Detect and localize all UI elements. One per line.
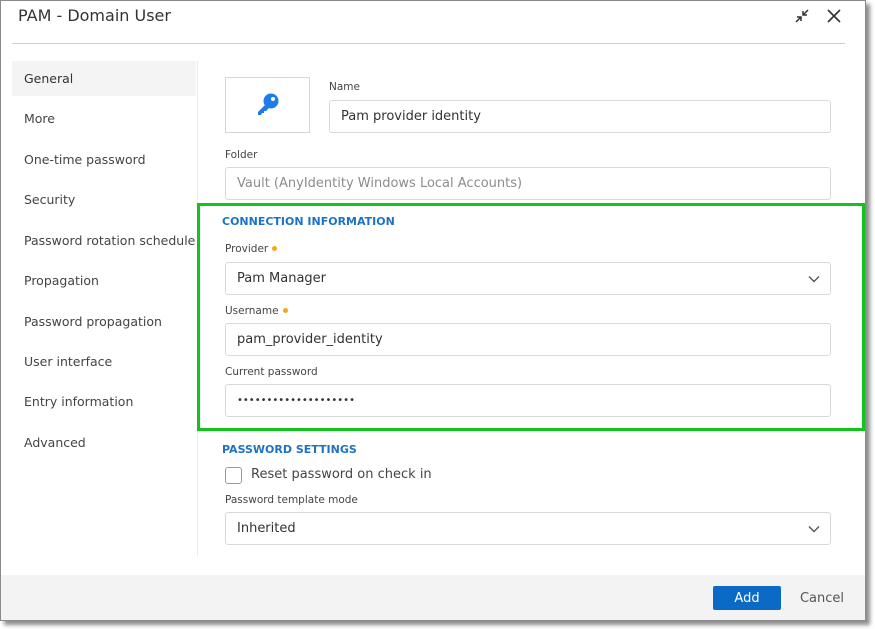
close-button[interactable]: [824, 6, 844, 26]
folder-placeholder: Vault (AnyIdentity Windows Local Account…: [237, 176, 523, 191]
chevron-down-icon: [808, 526, 820, 533]
name-label: Name: [329, 81, 360, 93]
template-mode-select[interactable]: Inherited: [225, 512, 831, 545]
folder-input[interactable]: Vault (AnyIdentity Windows Local Account…: [225, 167, 831, 200]
sidebar-item-propagation[interactable]: Propagation: [12, 263, 196, 298]
chevron-down-icon: [808, 276, 820, 283]
username-label: Username: [225, 305, 288, 317]
collapse-arrows-icon: [795, 9, 809, 23]
name-value: Pam provider identity: [341, 109, 481, 124]
sidebar-item-label: Password propagation: [24, 314, 162, 329]
folder-label: Folder: [225, 149, 258, 161]
sidebar-item-more[interactable]: More: [12, 101, 196, 136]
password-label: Current password: [225, 366, 318, 378]
dialog-window: PAM - Domain User General More One-time …: [0, 0, 866, 621]
required-indicator: [272, 245, 278, 251]
sidebar-item-label: Advanced: [24, 435, 86, 450]
sidebar-item-label: General: [24, 71, 74, 86]
sidebar-item-advanced[interactable]: Advanced: [12, 425, 196, 460]
sidebar-item-label: More: [24, 111, 55, 126]
collapse-button[interactable]: [792, 6, 812, 26]
sidebar-item-label: One-time password: [24, 152, 146, 167]
key-icon: [257, 93, 278, 115]
provider-value: Pam Manager: [237, 271, 327, 286]
password-value: ••••••••••••••••••••: [237, 395, 355, 406]
password-settings-section-title: PASSWORD SETTINGS: [222, 443, 357, 456]
provider-select[interactable]: Pam Manager: [225, 262, 831, 295]
sidebar-item-general[interactable]: General: [12, 61, 196, 96]
sidebar-item-label: User interface: [24, 354, 113, 369]
username-label-text: Username: [225, 305, 279, 317]
provider-label-text: Provider: [225, 243, 269, 255]
sidebar-item-label: Password rotation schedule: [24, 233, 196, 248]
cancel-button[interactable]: Cancel: [797, 586, 847, 610]
title-bar: PAM - Domain User: [1, 1, 865, 43]
sidebar-item-password-rotation-schedule[interactable]: Password rotation schedule: [12, 223, 196, 258]
template-mode-label: Password template mode: [225, 494, 358, 506]
sidebar-item-label: Propagation: [24, 273, 99, 288]
sidebar-nav: General More One-time password Security …: [12, 61, 198, 556]
reset-password-label[interactable]: Reset password on check in: [251, 467, 432, 482]
username-input[interactable]: pam_provider_identity: [225, 323, 831, 356]
provider-label: Provider: [225, 243, 278, 255]
password-input[interactable]: ••••••••••••••••••••: [225, 384, 831, 417]
entry-icon-picker[interactable]: [225, 77, 310, 133]
dialog-title: PAM - Domain User: [18, 6, 171, 25]
name-input[interactable]: Pam provider identity: [329, 100, 831, 133]
sidebar-item-security[interactable]: Security: [12, 182, 196, 217]
username-value: pam_provider_identity: [237, 332, 383, 347]
sidebar-item-label: Entry information: [24, 394, 134, 409]
sidebar-item-user-interface[interactable]: User interface: [12, 344, 196, 379]
sidebar-item-label: Security: [24, 192, 76, 207]
add-button[interactable]: Add: [713, 586, 781, 610]
sidebar-item-entry-information[interactable]: Entry information: [12, 384, 196, 419]
sidebar-item-one-time-password[interactable]: One-time password: [12, 142, 196, 177]
title-divider: [12, 43, 845, 44]
connection-section-title: CONNECTION INFORMATION: [222, 215, 395, 228]
close-x-icon: [827, 9, 841, 23]
sidebar-item-password-propagation[interactable]: Password propagation: [12, 304, 196, 339]
reset-password-checkbox[interactable]: [225, 467, 242, 484]
template-mode-value: Inherited: [237, 521, 296, 536]
required-indicator: [282, 307, 288, 313]
